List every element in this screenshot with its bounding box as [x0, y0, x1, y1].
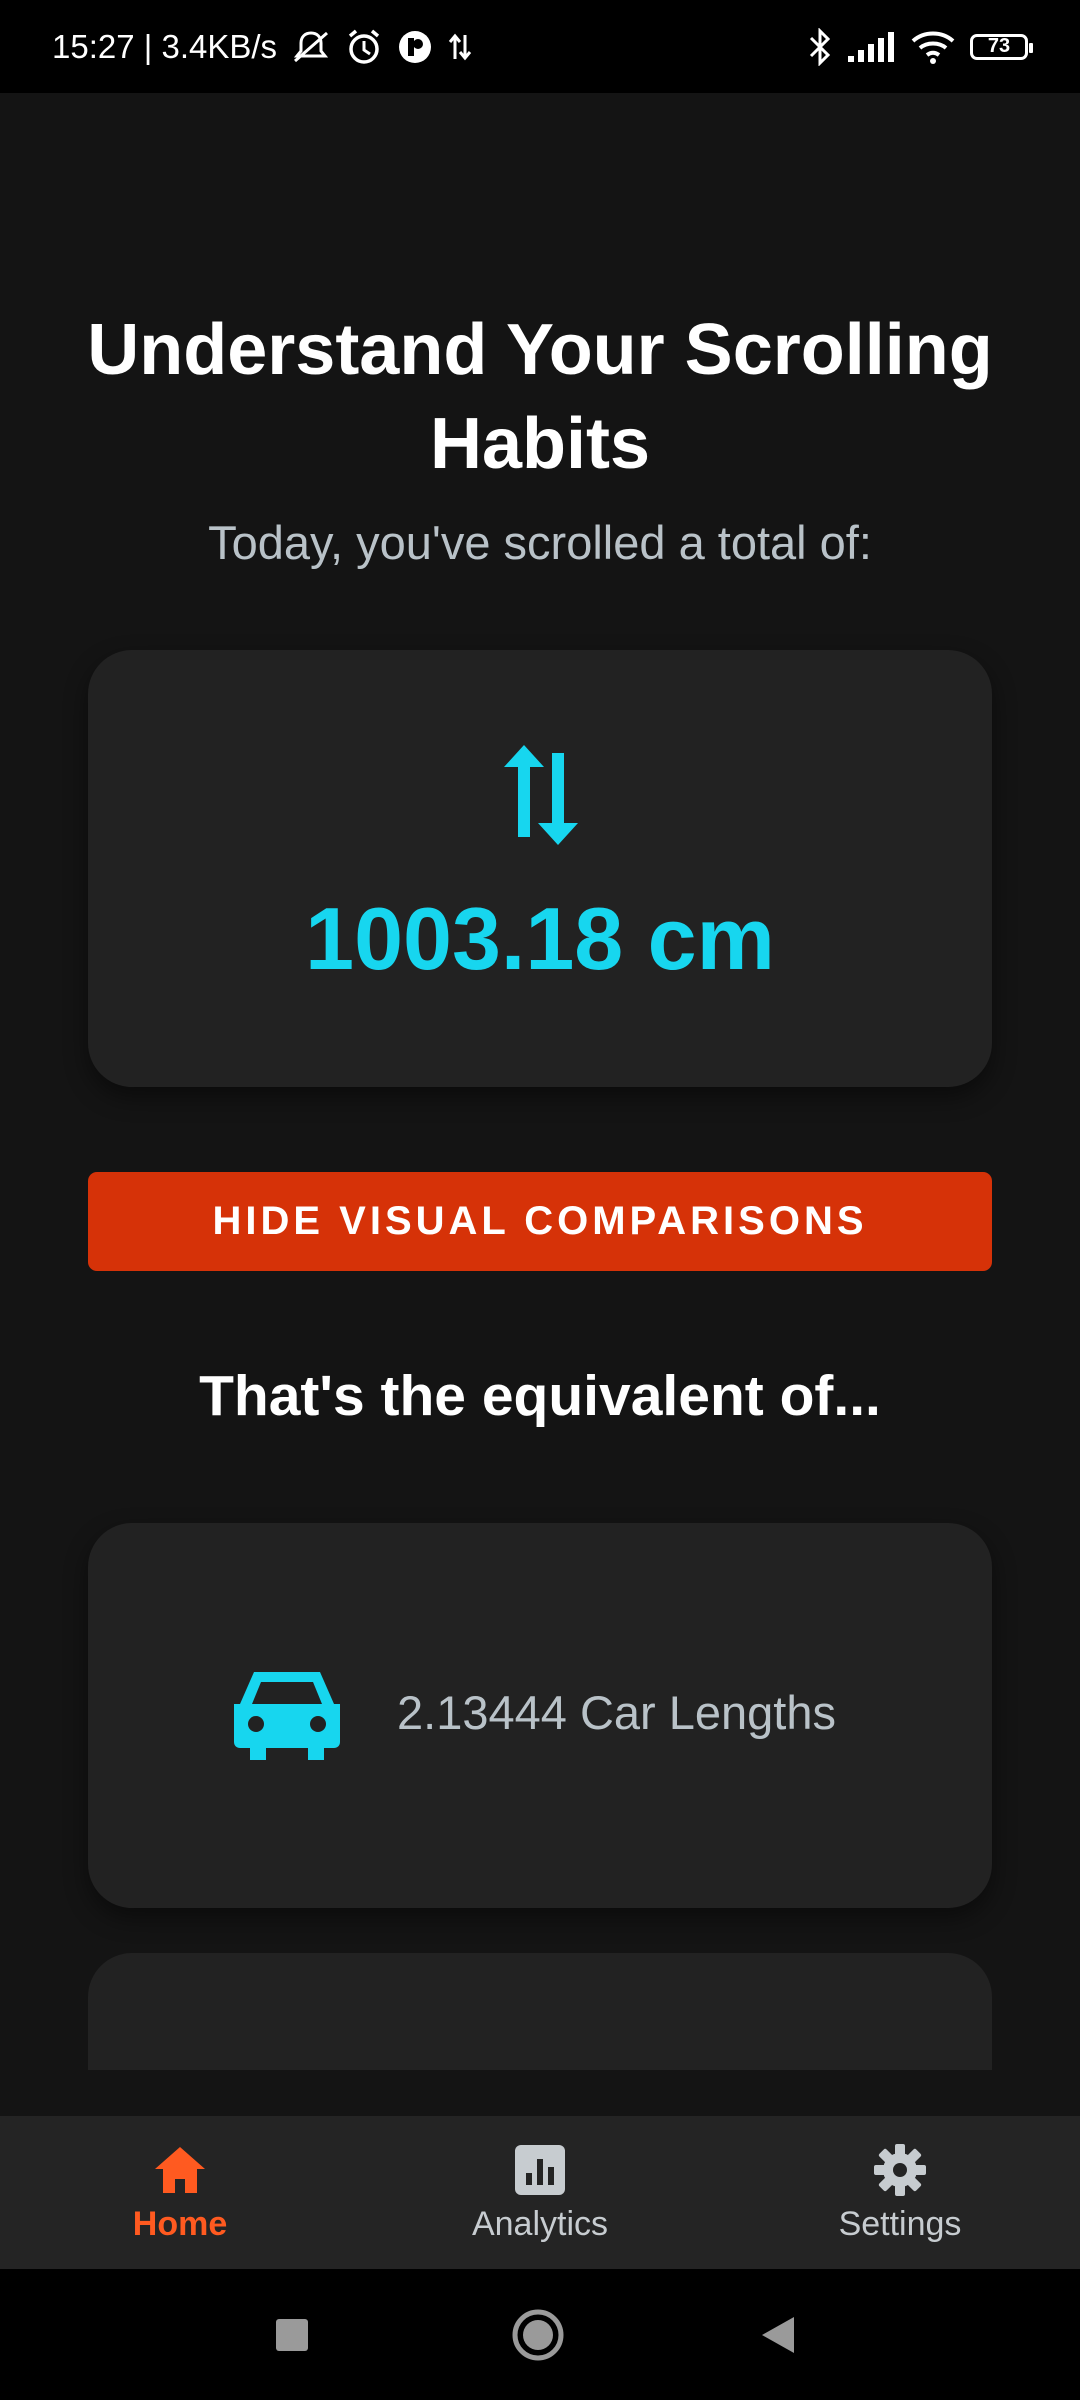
nav-label-home: Home — [132, 2205, 228, 2243]
status-right: 73 — [808, 27, 1033, 66]
comparison-card-car: 2.13444 Car Lengths — [88, 1523, 992, 1908]
alarm-icon — [345, 28, 383, 66]
mute-icon — [291, 29, 331, 65]
page-title: Understand Your Scrolling Habits — [87, 310, 993, 484]
gear-icon — [874, 2144, 926, 2196]
hide-visual-comparisons-button[interactable]: HIDE VISUAL COMPARISONS — [88, 1172, 992, 1271]
status-bar: 15:27 | 3.4KB/s 73 — [0, 0, 1080, 93]
nav-label-settings: Settings — [838, 2205, 962, 2243]
nav-item-analytics[interactable]: Analytics — [360, 2116, 720, 2269]
back-triangle-icon[interactable] — [760, 2315, 796, 2355]
home-circle-icon[interactable] — [511, 2308, 565, 2362]
nav-item-settings[interactable]: Settings — [720, 2116, 1080, 2269]
bottom-nav: Home Analytics Settings — [0, 2116, 1080, 2269]
recents-square-icon[interactable] — [274, 2317, 310, 2353]
total-scroll-value: 1003.18 cm — [305, 889, 775, 988]
nav-item-home[interactable]: Home — [0, 2116, 360, 2269]
equivalent-heading: That's the equivalent of... — [199, 1364, 881, 1428]
status-time-speed: 15:27 | 3.4KB/s — [52, 27, 278, 65]
home-icon — [155, 2147, 205, 2193]
bluetooth-icon — [808, 27, 832, 66]
battery-icon: 73 — [970, 33, 1033, 60]
comparison-label: 2.13444 Car Lengths — [397, 1686, 836, 1739]
system-nav-bar — [0, 2269, 1080, 2400]
car-icon — [234, 1672, 340, 1760]
status-left: 15:27 | 3.4KB/s — [52, 28, 473, 66]
wifi-icon — [910, 29, 956, 65]
vertical-swap-arrows-icon — [504, 745, 578, 845]
main-content[interactable]: Understand Your Scrolling Habits Today, … — [0, 93, 1080, 2070]
data-arrows-icon — [447, 31, 473, 63]
signal-icon — [846, 30, 896, 64]
analytics-icon — [515, 2145, 565, 2195]
scroll-area[interactable]: Understand Your Scrolling Habits Today, … — [0, 93, 1080, 2070]
total-scroll-card: 1003.18 cm — [88, 650, 992, 1087]
app-icon — [397, 29, 433, 65]
comparison-card-partial — [88, 1953, 992, 2070]
nav-label-analytics: Analytics — [471, 2205, 609, 2243]
subtitle: Today, you've scrolled a total of: — [208, 516, 872, 569]
